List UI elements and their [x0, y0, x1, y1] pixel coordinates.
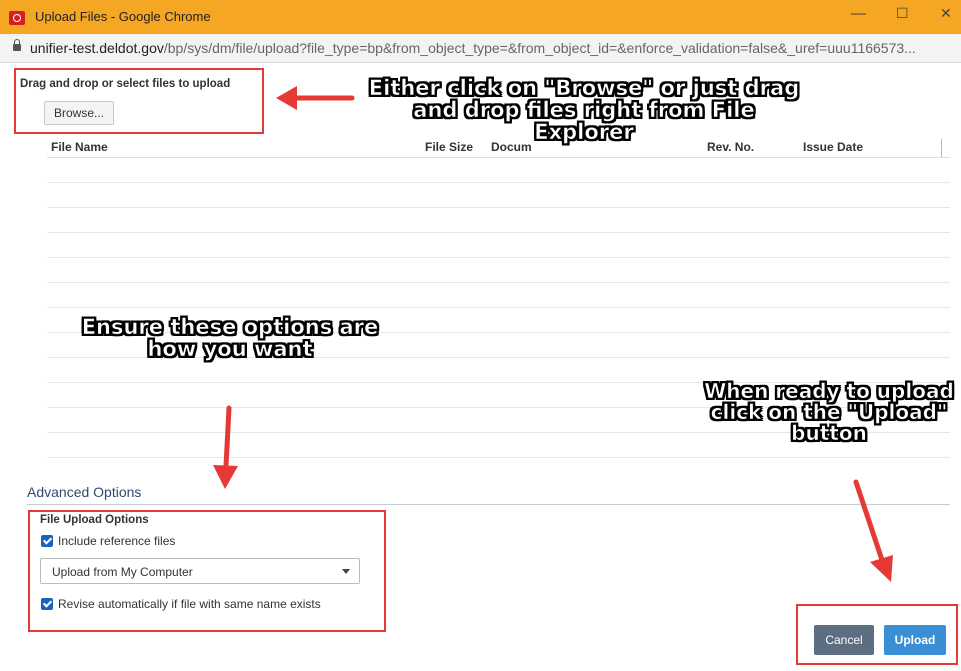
- annotation-upload-line: button: [791, 421, 867, 445]
- annotation-upload-line: When ready to upload: [704, 379, 954, 403]
- annotation-options-line: Ensure these options are: [81, 315, 379, 339]
- annotation-browse-tip: Either click on "Browse" or just drag an…: [364, 76, 804, 145]
- annotation-browse-line: and drop files right from File: [413, 98, 755, 123]
- annotation-options-tip: Ensure these options are how you want: [80, 315, 380, 362]
- annotation-browse-line: Explorer: [534, 120, 634, 145]
- annotation-browse-line: Either click on "Browse" or just drag: [368, 76, 800, 100]
- arrow-to-browse: [276, 86, 355, 110]
- annotation-options-line: how you want: [147, 337, 313, 362]
- arrow-to-upload: [853, 479, 893, 582]
- annotation-upload-tip: When ready to upload click on the "Uploa…: [700, 379, 958, 445]
- annotation-upload-line: click on the "Upload": [710, 400, 948, 424]
- arrow-to-options: [213, 405, 238, 489]
